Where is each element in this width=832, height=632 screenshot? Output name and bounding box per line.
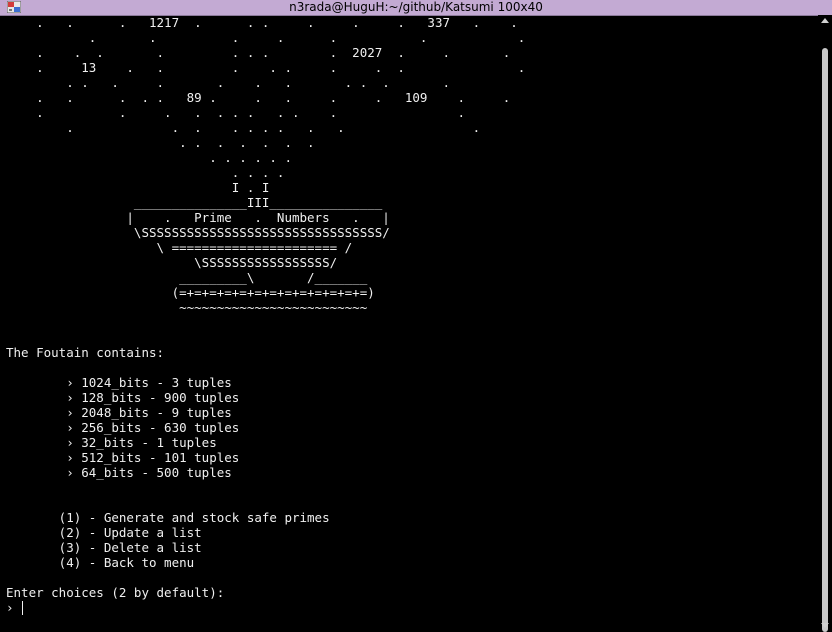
tuple-list-item: › 2048_bits - 9 tuples	[6, 405, 232, 420]
fountain-art-line: _________\ /_______	[6, 270, 368, 285]
tuple-list-item: › 32_bits - 1 tuples	[6, 435, 217, 450]
title-bar[interactable]: n3rada@HuguH:~/github/Katsumi 100x40	[0, 0, 832, 16]
menu-option: (3) - Delete a list	[6, 540, 202, 555]
window-title: n3rada@HuguH:~/github/Katsumi 100x40	[289, 0, 543, 14]
fountain-contents-header: The Foutain contains:	[6, 345, 165, 360]
fountain-art-line: \SSSSSSSSSSSSSSSSSSSSSSSSSSSSSSSS/	[6, 225, 390, 240]
tuple-list-item: › 64_bits - 500 tuples	[6, 465, 232, 480]
scroll-down-arrow-icon[interactable]	[821, 623, 829, 628]
tuple-list-item: › 256_bits - 630 tuples	[6, 420, 240, 435]
fountain-art-line: . . . . . . .	[6, 30, 526, 45]
fountain-art-line: . . . . . . . . 2027 . . .	[6, 45, 511, 60]
vertical-scrollbar[interactable]	[818, 15, 832, 632]
fountain-art-line: . . . . . .	[6, 150, 292, 165]
prompt-chevron-icon: ›	[6, 600, 14, 615]
fountain-art-line: ~~~~~~~~~~~~~~~~~~~~~~~~~	[6, 300, 368, 315]
fountain-art-line: I . I	[6, 180, 270, 195]
terminal-window: n3rada@HuguH:~/github/Katsumi 100x40 . .…	[0, 0, 832, 632]
fountain-art-line: (=+=+=+=+=+=+=+=+=+=+=+=+=)	[6, 285, 375, 300]
scrollbar-thumb[interactable]	[822, 48, 828, 632]
tuple-list-item: › 512_bits - 101 tuples	[6, 450, 240, 465]
tuple-list-item: › 128_bits - 900 tuples	[6, 390, 240, 405]
terminal-output[interactable]: . . . 1217 . . . . . . 337 . . . . . . .…	[6, 15, 816, 631]
fountain-art-line: \SSSSSSSSSSSSSSSSS/	[6, 255, 338, 270]
tuple-list-item: › 1024_bits - 3 tuples	[6, 375, 232, 390]
menu-option: (1) - Generate and stock safe primes	[6, 510, 330, 525]
scroll-up-arrow-icon[interactable]	[821, 18, 829, 23]
fountain-art-line: . . . . . . . . . . .	[6, 75, 451, 90]
menu-option: (4) - Back to menu	[6, 555, 195, 570]
fountain-art-line: \ ====================== /	[6, 240, 353, 255]
fountain-art-line: . . . .	[6, 165, 285, 180]
fountain-art-line: . . . 1217 . . . . . . 337 . .	[6, 15, 518, 30]
fountain-art-line: . . . . . 89 . . . . . 109 . .	[6, 90, 511, 105]
fountain-art-line: . . . . . . . . . .	[6, 120, 481, 135]
fountain-art-line: . 13 . . . . . . . . .	[6, 60, 526, 75]
fountain-art-line: _______________III_______________	[6, 195, 383, 210]
fountain-art-line: . . . . . . .	[6, 135, 315, 150]
fountain-art-line: . . . . . . . . . . .	[6, 105, 466, 120]
text-cursor[interactable]	[22, 601, 23, 615]
fountain-art-line: | . Prime . Numbers . |	[6, 210, 390, 225]
menu-option: (2) - Update a list	[6, 525, 202, 540]
choice-prompt: Enter choices (2 by default):	[6, 585, 225, 600]
